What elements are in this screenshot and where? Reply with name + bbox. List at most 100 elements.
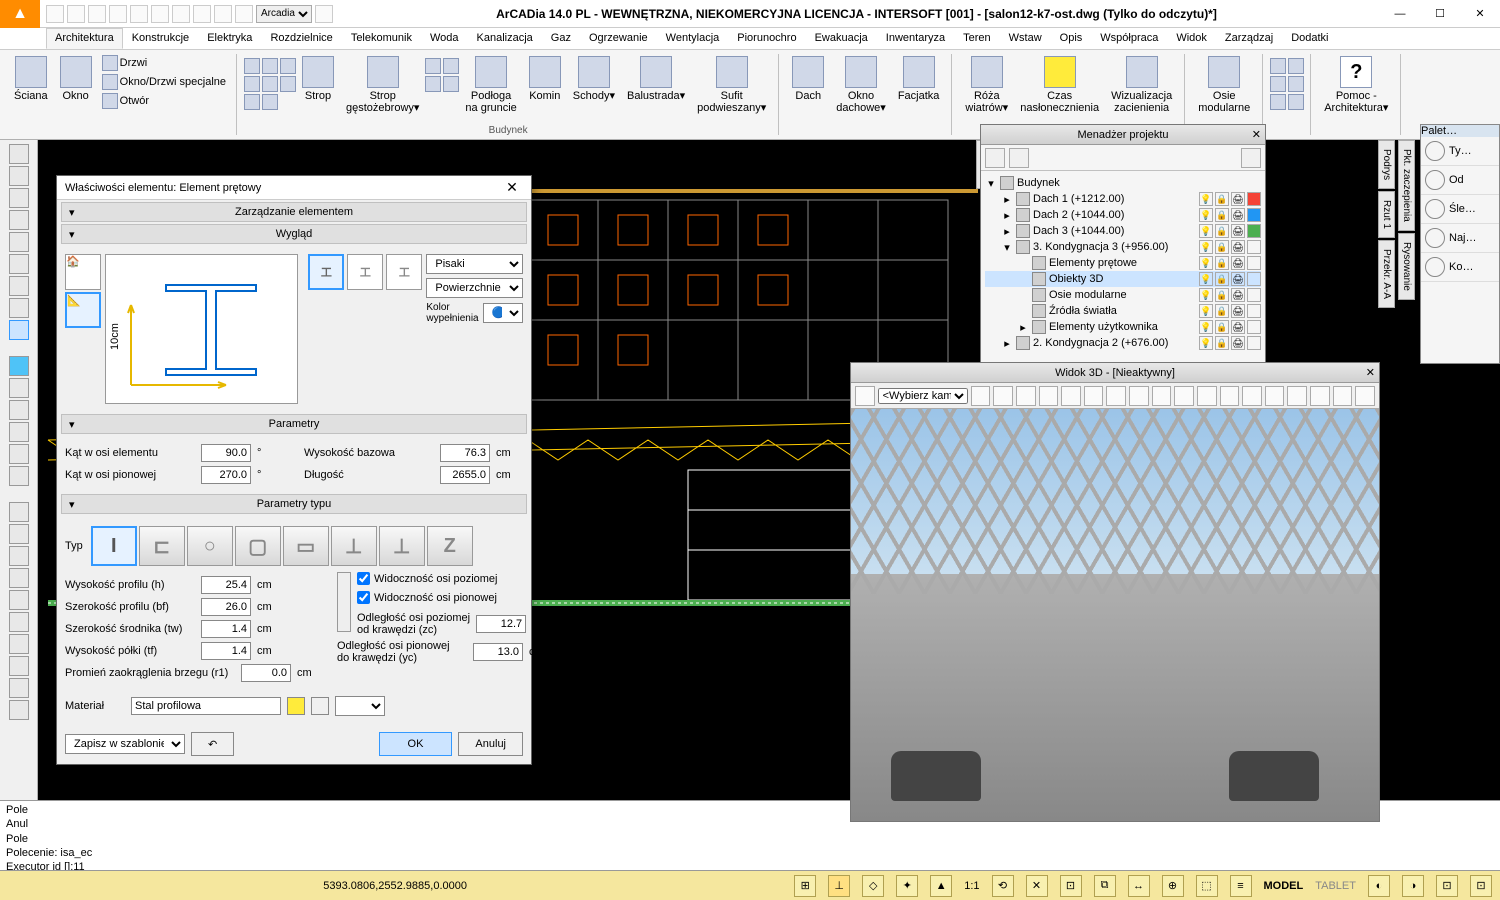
btn-dach[interactable]: Dach — [786, 54, 830, 116]
profile-type-i[interactable]: I — [91, 526, 137, 566]
qat-sun-icon[interactable] — [214, 5, 232, 23]
qat-new-icon[interactable] — [46, 5, 64, 23]
qat-undo-icon[interactable] — [151, 5, 169, 23]
maximize-button[interactable]: ☐ — [1420, 0, 1460, 28]
tab-kanalizacja[interactable]: Kanalizacja — [468, 28, 542, 49]
small-icon[interactable] — [443, 58, 459, 74]
tab-architektura[interactable]: Architektura — [46, 28, 123, 49]
v3d-btn-icon[interactable] — [971, 386, 991, 406]
small-icon[interactable] — [262, 76, 278, 92]
sidetab-przekr[interactable]: Przekr. A-A — [1378, 240, 1395, 308]
tab-woda[interactable]: Woda — [421, 28, 468, 49]
tool-icon[interactable] — [9, 678, 29, 698]
btn-czas[interactable]: Czas nasłonecznienia — [1014, 54, 1105, 116]
tab-dodatki[interactable]: Dodatki — [1282, 28, 1337, 49]
tool-icon[interactable] — [9, 298, 29, 318]
status-icon[interactable]: ⊡ — [1470, 875, 1492, 897]
sidetab-pkt[interactable]: Pkt. zaczepienia — [1398, 140, 1415, 231]
palette-item[interactable]: Ko… — [1421, 253, 1499, 282]
tab-wspol[interactable]: Współpraca — [1091, 28, 1167, 49]
tool-icon[interactable] — [9, 276, 29, 296]
btn-oknodrzwi[interactable]: Okno/Drzwi specjalne — [98, 73, 230, 91]
tool-icon[interactable] — [9, 546, 29, 566]
qat-redo-icon[interactable] — [172, 5, 190, 23]
view-toggle-icon[interactable]: 📐 — [65, 292, 101, 328]
tool-icon[interactable] — [9, 210, 29, 230]
save-template-select[interactable]: Zapisz w szablonie — [65, 734, 185, 754]
qat-saveall-icon[interactable] — [109, 5, 127, 23]
view3d-close-icon[interactable]: ✕ — [1366, 366, 1375, 379]
tool-icon[interactable] — [9, 188, 29, 208]
dialog-close-icon[interactable]: ✕ — [501, 179, 523, 196]
status-icon[interactable]: ⊡ — [1436, 875, 1458, 897]
tool-icon[interactable] — [9, 144, 29, 164]
v3d-btn-icon[interactable] — [1061, 386, 1081, 406]
tool-icon[interactable] — [9, 378, 29, 398]
v3d-btn-icon[interactable] — [1310, 386, 1330, 406]
v3d-btn-icon[interactable] — [1355, 386, 1375, 406]
small-icon[interactable] — [262, 94, 278, 110]
small-icon[interactable] — [1288, 58, 1304, 74]
view-toggle-icon[interactable]: 🏠 — [65, 254, 101, 290]
status-icon[interactable]: ◑ — [1402, 875, 1424, 897]
v3d-btn-icon[interactable] — [1197, 386, 1217, 406]
material-edit-icon[interactable] — [311, 697, 329, 715]
small-icon[interactable] — [280, 76, 296, 92]
h-input[interactable] — [201, 576, 251, 594]
btn-balustrada[interactable]: Balustrada▾ — [621, 54, 691, 116]
profile-thumb[interactable]: 工 — [386, 254, 422, 290]
v3d-btn-icon[interactable] — [1152, 386, 1172, 406]
btn-roza[interactable]: Róża wiatrów▾ — [959, 54, 1014, 116]
vis-pion-check[interactable] — [357, 591, 370, 604]
tool-icon[interactable] — [9, 232, 29, 252]
v3d-btn-icon[interactable] — [1220, 386, 1240, 406]
small-icon[interactable] — [1288, 94, 1304, 110]
camera-select[interactable]: <Wybierz kamerę> — [878, 388, 968, 404]
status-icon[interactable]: ◐ — [1368, 875, 1390, 897]
tab-opis[interactable]: Opis — [1051, 28, 1092, 49]
tab-ogrzewanie[interactable]: Ogrzewanie — [580, 28, 657, 49]
zc-input[interactable] — [476, 615, 526, 633]
powierzchnie-select[interactable]: Powierzchnie — [426, 278, 523, 298]
tab-widok[interactable]: Widok — [1167, 28, 1216, 49]
small-icon[interactable] — [244, 76, 260, 92]
tool-icon[interactable] — [9, 422, 29, 442]
status-icon[interactable]: ≡ — [1230, 875, 1252, 897]
qat-layer-combo[interactable]: Arcadia — [256, 5, 312, 23]
btn-pomoc[interactable]: ?Pomoc - Architektura▾ — [1318, 54, 1394, 116]
qat-open-icon[interactable] — [67, 5, 85, 23]
v3d-btn-icon[interactable] — [1016, 386, 1036, 406]
pm-close-icon[interactable]: ✕ — [1252, 128, 1261, 141]
status-icon[interactable]: ↔ — [1128, 875, 1150, 897]
tool-icon[interactable] — [9, 502, 29, 522]
camera-icon[interactable] — [855, 386, 875, 406]
profile-type-o[interactable]: ○ — [187, 526, 233, 566]
v3d-btn-icon[interactable] — [1174, 386, 1194, 406]
tool-icon[interactable] — [9, 444, 29, 464]
tab-konstrukcje[interactable]: Konstrukcje — [123, 28, 198, 49]
material-input[interactable] — [131, 697, 281, 715]
view3d-canvas[interactable] — [851, 409, 1379, 821]
section-manage[interactable]: Zarządzanie elementem — [61, 202, 527, 222]
profile-thumb[interactable]: 工 — [347, 254, 383, 290]
tab-ewakuacja[interactable]: Ewakuacja — [806, 28, 877, 49]
snap-ortho-icon[interactable]: ⊥ — [828, 875, 850, 897]
sidetab-podrys[interactable]: Podrys — [1378, 140, 1395, 189]
small-icon[interactable] — [1270, 94, 1286, 110]
status-icon[interactable]: ⟲ — [992, 875, 1014, 897]
cancel-button[interactable]: Anuluj — [458, 732, 523, 756]
v3d-btn-icon[interactable] — [1129, 386, 1149, 406]
btn-schody[interactable]: Schody▾ — [567, 54, 621, 116]
btn-sufit[interactable]: Sufit podwieszany▾ — [691, 54, 772, 116]
minimize-button[interactable]: — — [1380, 0, 1420, 28]
profile-thumb[interactable]: 工 — [308, 254, 344, 290]
tool-icon[interactable] — [9, 320, 29, 340]
snap-icon[interactable]: ✦ — [896, 875, 918, 897]
btn-strop-gz[interactable]: Strop gęstożebrowy▾ — [340, 54, 425, 116]
tab-piorun[interactable]: Piorunochro — [728, 28, 805, 49]
tab-zarzadzaj[interactable]: Zarządzaj — [1216, 28, 1282, 49]
tool-icon[interactable] — [9, 612, 29, 632]
sidetab-rzut[interactable]: Rzut 1 — [1378, 191, 1395, 238]
tab-teren[interactable]: Teren — [954, 28, 1000, 49]
small-icon[interactable] — [1270, 76, 1286, 92]
